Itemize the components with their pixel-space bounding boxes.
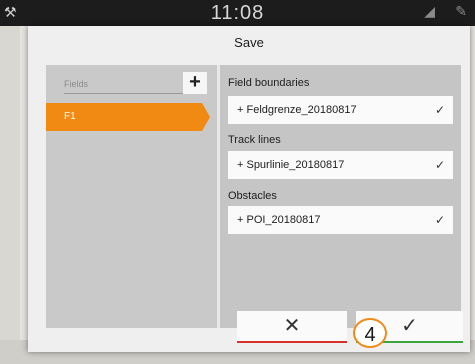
- entry-label: + Spurlinie_20180817: [237, 159, 345, 171]
- entry-obstacle[interactable]: + POI_20180817 ✓: [228, 206, 453, 234]
- fields-label: Fields: [64, 79, 184, 94]
- section-label-track-lines: Track lines: [228, 134, 281, 146]
- field-item-f1[interactable]: F1: [46, 103, 202, 131]
- add-field-button[interactable]: +: [183, 72, 207, 94]
- entry-track-line[interactable]: + Spurlinie_20180817 ✓: [228, 151, 453, 179]
- section-label-obstacles: Obstacles: [228, 190, 277, 202]
- signal-icon: ◢: [424, 3, 435, 19]
- wrench-icon: ⚒: [4, 4, 17, 20]
- status-clock: 11:08: [210, 2, 265, 24]
- pen-icon: ✎: [455, 3, 467, 19]
- entry-label: + POI_20180817: [237, 214, 321, 226]
- callout-number: 4: [353, 318, 387, 348]
- entry-label: + Feldgrenze_20180817: [237, 104, 357, 116]
- entry-field-boundary[interactable]: + Feldgrenze_20180817 ✓: [228, 96, 453, 124]
- close-icon: ✕: [283, 315, 301, 337]
- panel-divider: [217, 65, 220, 328]
- check-icon: ✓: [434, 213, 445, 227]
- section-label-field-boundaries: Field boundaries: [228, 77, 310, 89]
- dialog-panel: Fields + F1 Field boundaries + Feldgrenz…: [46, 65, 461, 328]
- dialog-title: Save: [234, 35, 264, 50]
- cancel-button[interactable]: ✕: [237, 311, 347, 343]
- check-icon: ✓: [401, 315, 418, 337]
- check-icon: ✓: [434, 158, 445, 172]
- save-dialog: Save Fields + F1 Field boundaries + Feld…: [28, 26, 470, 352]
- check-icon: ✓: [434, 103, 445, 117]
- selection-arrow: [202, 103, 210, 131]
- fields-list: Fields + F1: [46, 65, 217, 328]
- background-sidebar: [0, 26, 20, 364]
